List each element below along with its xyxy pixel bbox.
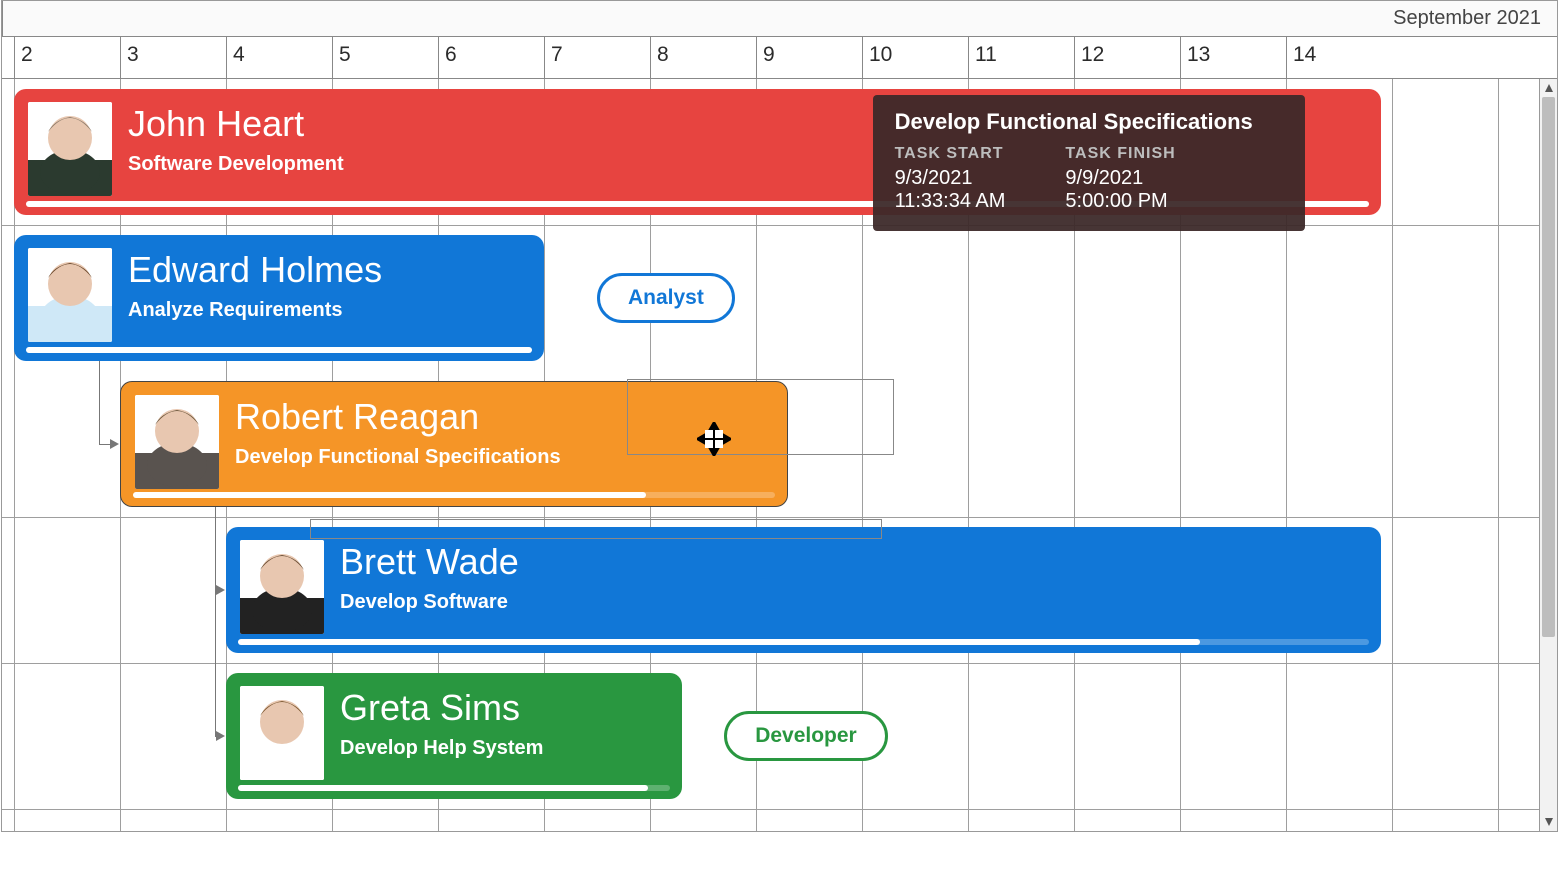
task-progress — [238, 785, 670, 791]
day-header: 4 — [226, 37, 332, 78]
avatar — [240, 540, 324, 634]
tooltip-title: Develop Functional Specifications — [895, 109, 1283, 135]
day-header-label: 12 — [1081, 43, 1104, 67]
day-header: 10 — [862, 37, 968, 78]
task-bar-edward[interactable]: Edward Holmes Analyze Requirements — [14, 235, 544, 361]
day-header: 13 — [1180, 37, 1286, 78]
day-header: 5 — [332, 37, 438, 78]
month-label: September 2021 — [1393, 7, 1541, 30]
vertical-scrollbar[interactable] — [1539, 79, 1557, 831]
tooltip-finish-time: 5:00:00 PM — [1065, 190, 1175, 213]
day-header: 11 — [968, 37, 1074, 78]
scroll-thumb[interactable] — [1542, 97, 1555, 637]
day-header-label: 4 — [233, 43, 245, 67]
scroll-up-button[interactable] — [1540, 79, 1557, 97]
day-header: 7 — [544, 37, 650, 78]
day-header-label: 6 — [445, 43, 457, 67]
task-bar-greta[interactable]: Greta Sims Develop Help System — [226, 673, 682, 799]
task-owner-name: Edward Holmes — [128, 249, 382, 291]
day-header: 6 — [438, 37, 544, 78]
timescale-month-row: September 2021 — [2, 1, 1557, 37]
task-title: Develop Help System — [340, 737, 543, 760]
tooltip-start-label: TASK START — [895, 145, 1006, 163]
day-header-label: 13 — [1187, 43, 1210, 67]
task-bar-brett[interactable]: Brett Wade Develop Software — [226, 527, 1381, 653]
avatar — [28, 102, 112, 196]
day-header-label: 9 — [763, 43, 775, 67]
task-title: Software Development — [128, 153, 344, 176]
drag-placeholder — [627, 379, 894, 455]
avatar — [28, 248, 112, 342]
day-header-label: 14 — [1293, 43, 1316, 67]
task-title: Develop Software — [340, 591, 508, 614]
tooltip-start-date: 9/3/2021 — [895, 167, 1006, 190]
task-title: Develop Functional Specifications — [235, 446, 561, 469]
task-progress — [133, 492, 775, 498]
role-badge: Developer — [724, 711, 888, 761]
day-header: 8 — [650, 37, 756, 78]
day-header: 3 — [120, 37, 226, 78]
tooltip-start-time: 11:33:34 AM — [895, 190, 1006, 213]
gantt-body[interactable]: John Heart Software Development Edward Ho… — [2, 79, 1539, 831]
gantt-view: September 2021 1234567891011121314 John … — [1, 0, 1558, 832]
day-header-label: 3 — [127, 43, 139, 67]
task-owner-name: John Heart — [128, 103, 304, 145]
timescale-days-row: 1234567891011121314 — [2, 37, 1557, 78]
timescale-header: September 2021 1234567891011121314 — [2, 1, 1557, 79]
day-header: 2 — [14, 37, 120, 78]
task-tooltip: Develop Functional Specifications TASK S… — [873, 95, 1305, 231]
scroll-down-button[interactable] — [1540, 813, 1557, 831]
day-header-label: 10 — [869, 43, 892, 67]
task-title: Analyze Requirements — [128, 299, 343, 322]
day-header: 12 — [1074, 37, 1180, 78]
task-owner-name: Greta Sims — [340, 687, 520, 729]
task-progress — [26, 347, 532, 353]
task-owner-name: Brett Wade — [340, 541, 519, 583]
drag-placeholder — [310, 519, 882, 539]
avatar — [135, 395, 219, 489]
role-badge: Analyst — [597, 273, 735, 323]
day-header-label: 8 — [657, 43, 669, 67]
day-header: 14 — [1286, 37, 1392, 78]
avatar — [240, 686, 324, 780]
day-header: 1 — [2, 37, 14, 78]
day-header-label: 11 — [975, 43, 997, 67]
task-owner-name: Robert Reagan — [235, 396, 479, 438]
day-header-label: 5 — [339, 43, 351, 67]
day-header-label: 7 — [551, 43, 563, 67]
tooltip-finish-label: TASK FINISH — [1065, 145, 1175, 163]
task-progress — [238, 639, 1369, 645]
day-header: 9 — [756, 37, 862, 78]
day-header-label: 2 — [21, 43, 33, 67]
tooltip-finish-date: 9/9/2021 — [1065, 167, 1175, 190]
scroll-track[interactable] — [1540, 97, 1557, 813]
